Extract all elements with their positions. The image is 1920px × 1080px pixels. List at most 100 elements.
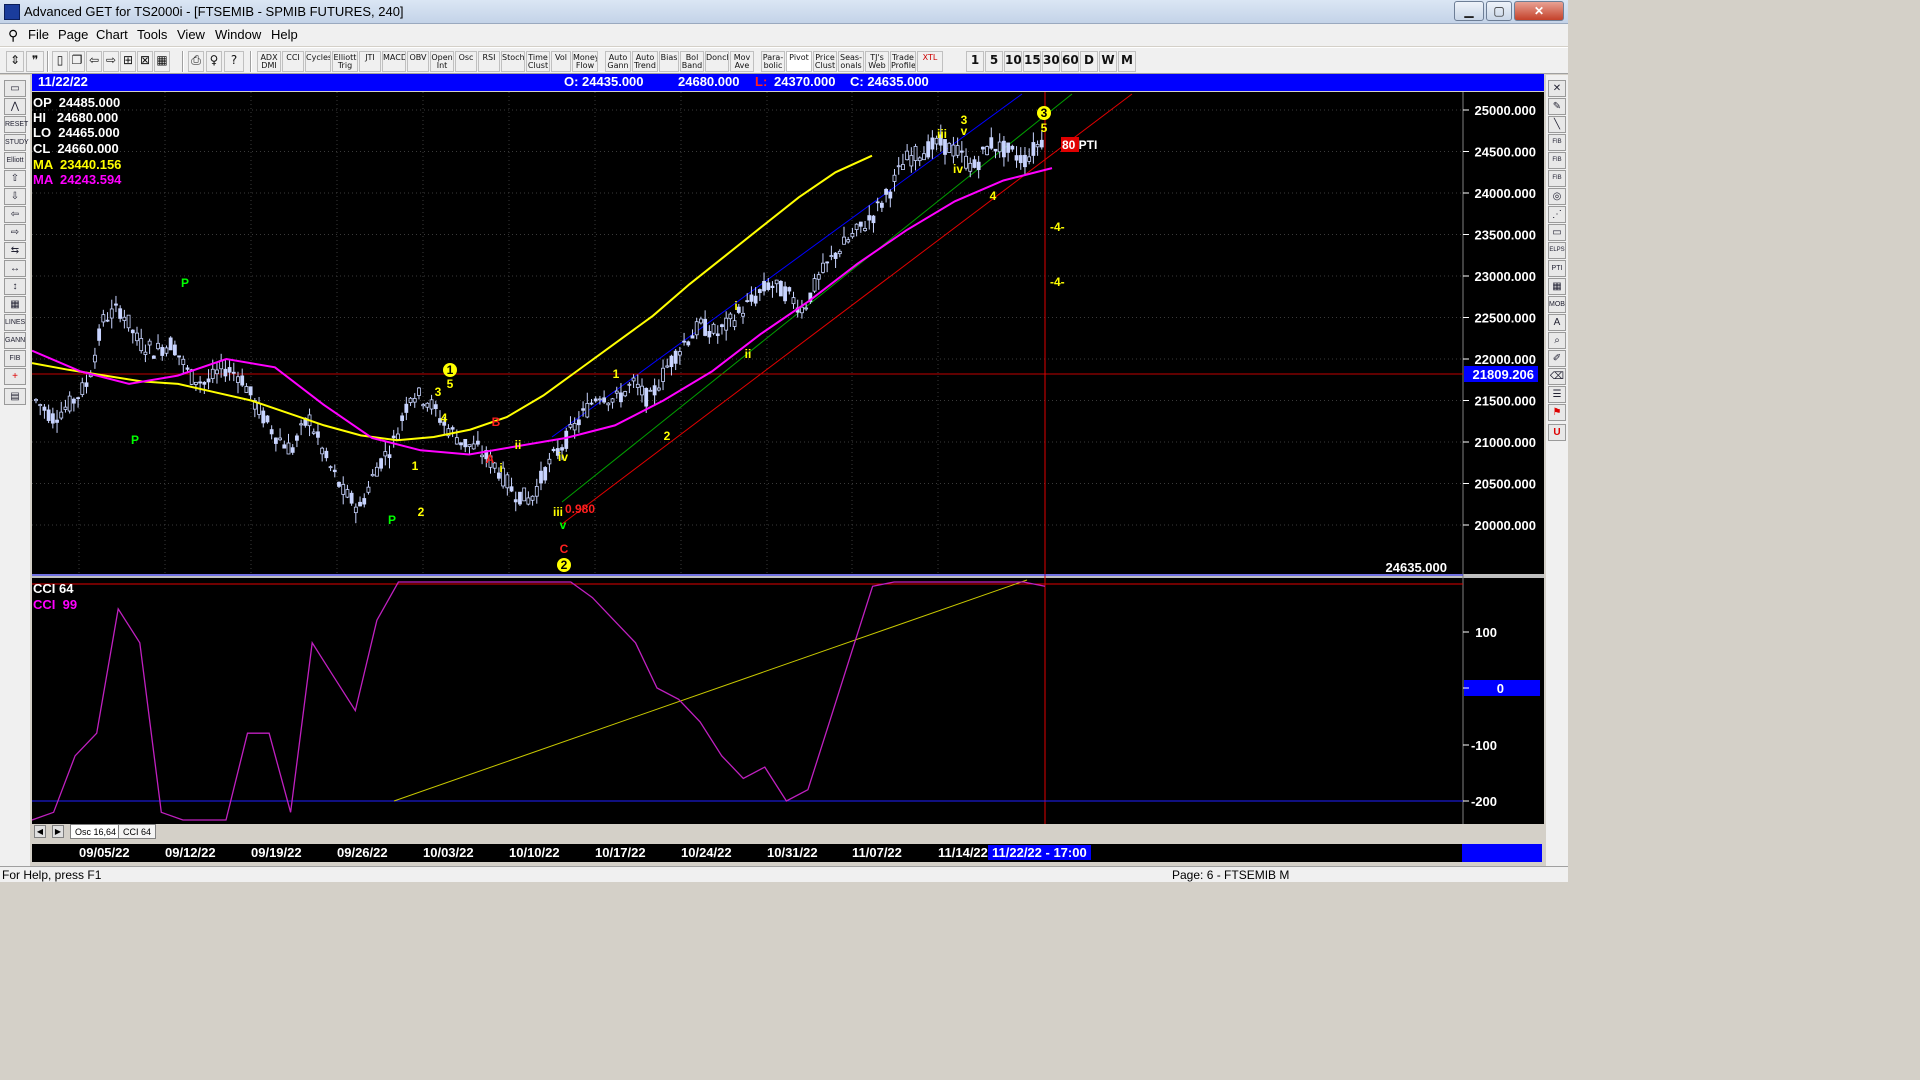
- circle-tool-icon[interactable]: ◎: [1548, 188, 1566, 205]
- tab-cci[interactable]: CCI 64: [118, 824, 157, 839]
- study-button-pivot[interactable]: Pivot: [786, 51, 812, 72]
- study-button-obv[interactable]: OBV: [407, 51, 429, 72]
- maximize-button[interactable]: ▢: [1486, 1, 1512, 21]
- study-button-auto-gann[interactable]: Auto Gann: [605, 51, 631, 72]
- copy-icon[interactable]: ❐: [69, 51, 85, 72]
- context-help-icon[interactable]: ?: [224, 51, 244, 72]
- study-button-price-clust[interactable]: Price Clust: [813, 51, 837, 72]
- tab-osc[interactable]: Osc 16,64: [70, 824, 122, 839]
- study-button-macd[interactable]: MACD: [382, 51, 406, 72]
- tab-scroll-left-icon[interactable]: ◀: [34, 825, 46, 838]
- period-button-15[interactable]: 15: [1023, 51, 1041, 72]
- magnify-icon[interactable]: ⌕: [1548, 332, 1566, 349]
- grid-icon[interactable]: ▦: [154, 51, 170, 72]
- study-button-tj-s-web[interactable]: TJ's Web: [865, 51, 889, 72]
- text-tool-icon[interactable]: A: [1548, 314, 1566, 331]
- study-button-trade-profile[interactable]: Trade Profile: [890, 51, 916, 72]
- close-button[interactable]: ✕: [1514, 1, 1564, 21]
- period-button-30[interactable]: 30: [1042, 51, 1060, 72]
- eraser-icon[interactable]: ⌫: [1548, 368, 1566, 385]
- study-button-seas-onals[interactable]: Seas- onals: [838, 51, 864, 72]
- study-button-para-bolic[interactable]: Para- bolic: [761, 51, 785, 72]
- expand-horizontal-icon[interactable]: ↔: [4, 260, 26, 277]
- period-button-d[interactable]: D: [1080, 51, 1098, 72]
- pen-icon[interactable]: ✎: [1548, 98, 1566, 115]
- study-button-jti[interactable]: JTI: [359, 51, 381, 72]
- menu-chart[interactable]: Chart: [96, 27, 128, 42]
- menu-help[interactable]: Help: [271, 27, 298, 42]
- delete-icon[interactable]: ⊠: [137, 51, 153, 72]
- study-button-mov-ave[interactable]: Mov Ave: [730, 51, 754, 72]
- fib-extension-icon[interactable]: FIB EXT: [1548, 152, 1566, 178]
- study-tool-icon[interactable]: STUDY: [4, 134, 29, 151]
- price-chart-svg[interactable]: PPP123451ABiiiiiiivvC212iiiiiiiv3v45380 …: [31, 92, 1544, 824]
- scroll-right-icon[interactable]: ⇨: [103, 51, 119, 72]
- gann-tool-icon[interactable]: GANN: [4, 332, 26, 349]
- minimize-button[interactable]: ▁: [1454, 1, 1484, 21]
- study-button-xtl[interactable]: XTL: [917, 51, 943, 72]
- expand-vertical-icon[interactable]: ↕: [4, 278, 26, 295]
- period-button-60[interactable]: 60: [1061, 51, 1079, 72]
- menu-tools[interactable]: Tools: [137, 27, 167, 42]
- help-cursor-icon[interactable]: ❞: [26, 51, 44, 72]
- mob-tool-icon[interactable]: MOB: [1548, 296, 1566, 313]
- arrow-up-icon[interactable]: ⇧: [4, 170, 26, 187]
- period-button-1[interactable]: 1: [966, 51, 984, 72]
- chart-area[interactable]: P P P 1 2 3 4 5 1 A Bi ii iii iv v C 2 1 2 i ii iii iv 3 v 4 5 3 80 …: [31, 92, 1544, 824]
- study-button-auto-trend[interactable]: Auto Trend: [632, 51, 658, 72]
- fib-retracement-icon[interactable]: FIB RET: [1548, 134, 1566, 160]
- fib-time-icon[interactable]: FIB TIME: [1548, 170, 1566, 196]
- undo-icon[interactable]: U: [1548, 424, 1566, 441]
- period-button-10[interactable]: 10: [1004, 51, 1022, 72]
- close-tool-icon[interactable]: ✕: [1548, 80, 1566, 97]
- menu-file[interactable]: File: [28, 27, 49, 42]
- ellipse-tool-icon[interactable]: ELPS: [1548, 242, 1566, 259]
- arrow-down-icon[interactable]: ⇩: [4, 188, 26, 205]
- study-button-cycles[interactable]: Cycles: [305, 51, 331, 72]
- new-page-icon[interactable]: ▯: [52, 51, 68, 72]
- study-button-money-flow[interactable]: Money Flow: [572, 51, 598, 72]
- study-button-bol-band[interactable]: Bol Band: [680, 51, 704, 72]
- crosshair-icon[interactable]: +: [4, 368, 26, 385]
- table-tool-icon[interactable]: ▦: [1548, 278, 1566, 295]
- pti-tool-icon[interactable]: PTI: [1548, 260, 1566, 277]
- lines-tool-icon[interactable]: LINES: [4, 314, 26, 331]
- study-button-vol[interactable]: Vol: [551, 51, 571, 72]
- period-button-m[interactable]: M: [1118, 51, 1136, 72]
- print-icon[interactable]: ⎙: [188, 51, 204, 72]
- grid-tool-icon[interactable]: ▦: [4, 296, 26, 313]
- flag-icon[interactable]: ⚑: [1548, 404, 1566, 421]
- study-button-osc[interactable]: Osc: [455, 51, 477, 72]
- study-button-adx-dmi[interactable]: ADX DMI: [257, 51, 281, 72]
- pointer-icon[interactable]: ⇕: [6, 51, 24, 72]
- reset-tool-icon[interactable]: RESET: [4, 116, 28, 133]
- study-button-time-clust[interactable]: Time Clust: [526, 51, 550, 72]
- study-button-elliott-trig[interactable]: Elliott Trig: [332, 51, 358, 72]
- study-button-bias[interactable]: Bias: [659, 51, 679, 72]
- fan-tool-icon[interactable]: ⋰: [1548, 206, 1566, 223]
- period-button-w[interactable]: W: [1099, 51, 1117, 72]
- line-tool-icon[interactable]: ╲: [1548, 116, 1566, 133]
- compress-icon[interactable]: ⇆: [4, 242, 26, 259]
- arrow-right-icon[interactable]: ⇨: [4, 224, 26, 241]
- menu-window[interactable]: Window: [215, 27, 261, 42]
- list-icon[interactable]: ☰: [1548, 386, 1566, 403]
- study-button-stoch[interactable]: Stoch: [501, 51, 525, 72]
- lightbulb-icon[interactable]: ♀: [206, 51, 222, 72]
- tab-scroll-right-icon[interactable]: ▶: [52, 825, 64, 838]
- elliott-tool-icon[interactable]: ⋀: [4, 98, 26, 115]
- doc-icon[interactable]: ⚲: [8, 27, 18, 44]
- study-button-donch[interactable]: Donch: [705, 51, 729, 72]
- page-setup-icon[interactable]: ▤: [4, 388, 26, 405]
- study-button-rsi[interactable]: RSI: [478, 51, 500, 72]
- menu-page[interactable]: Page: [58, 27, 88, 42]
- fib-tool-icon[interactable]: FIB: [4, 350, 26, 367]
- marker-icon[interactable]: ✐: [1548, 350, 1566, 367]
- channel-tool-icon[interactable]: ▭: [1548, 224, 1566, 241]
- period-button-5[interactable]: 5: [985, 51, 1003, 72]
- elliott-label-icon[interactable]: Elliott: [4, 152, 26, 169]
- menu-view[interactable]: View: [177, 27, 205, 42]
- study-button-open-int[interactable]: Open Int: [430, 51, 454, 72]
- open-folder-icon[interactable]: ▭: [4, 80, 26, 97]
- arrow-left-icon[interactable]: ⇦: [4, 206, 26, 223]
